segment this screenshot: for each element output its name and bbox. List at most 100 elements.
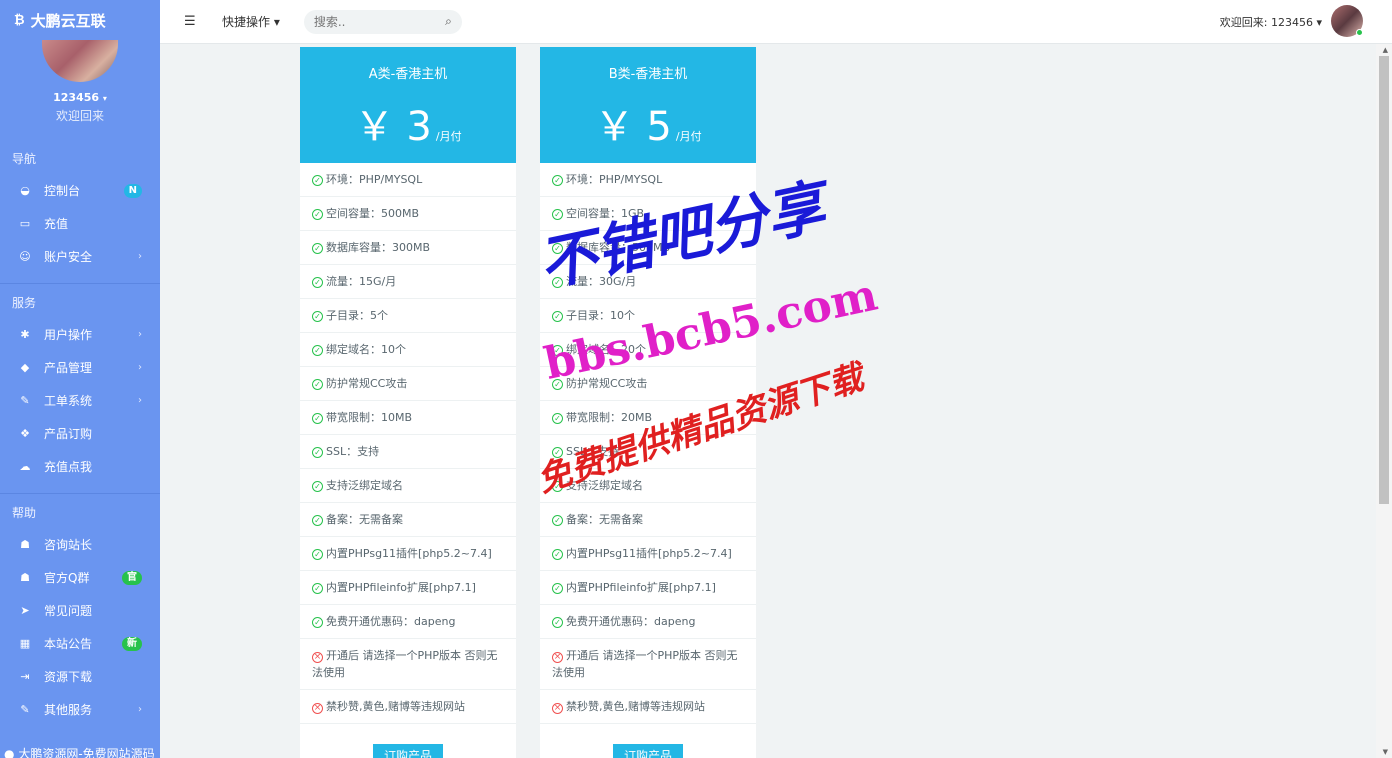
check-circle-icon: ✓: [312, 379, 323, 390]
search-icon[interactable]: ⌕: [445, 14, 452, 29]
sidebar-item[interactable]: ☗ 咨询站长: [0, 528, 160, 561]
card-header: A类-香港主机 ￥ 3 /月付: [300, 47, 516, 163]
check-circle-icon: ✓: [312, 617, 323, 628]
x-circle-icon: ×: [312, 703, 323, 714]
sidebar-item[interactable]: ▦ 本站公告 新: [0, 627, 160, 660]
currency-symbol: ￥: [354, 104, 395, 150]
feature-item: ✓ 绑定域名：10个: [300, 333, 516, 367]
quick-ops-dropdown[interactable]: 快捷操作 ▾: [222, 13, 280, 30]
sidebar-item-label: 账户安全: [44, 250, 93, 264]
sidebar-badge: 官: [122, 570, 142, 585]
feature-item: ✓ 环境：PHP/MYSQL: [300, 163, 516, 197]
feature-text: 内置PHPfileinfo扩展[php7.1]: [326, 581, 476, 594]
search-box: ⌕: [303, 9, 462, 34]
order-button[interactable]: 订购产品: [613, 744, 683, 758]
order-button[interactable]: 订购产品: [373, 744, 443, 758]
feature-text: 数据库容量：300MB: [326, 241, 431, 254]
feature-text: 禁秒赞,黄色,赌博等违规网站: [566, 700, 705, 713]
feature-text: 环境：PHP/MYSQL: [326, 173, 423, 186]
feature-text: 内置PHPfileinfo扩展[php7.1]: [566, 581, 716, 594]
sidebar-item[interactable]: ▭ 充值: [0, 207, 160, 240]
qq-icon: ☗: [20, 571, 30, 584]
sidebar-item[interactable]: ⇥ 资源下载: [0, 660, 160, 693]
nav-section-header: 导航: [12, 152, 37, 166]
currency-symbol: ￥: [594, 104, 635, 150]
check-circle-icon: ✓: [552, 413, 563, 424]
feature-text: 子目录：10个: [566, 309, 635, 322]
check-circle-icon: ✓: [552, 515, 563, 526]
footer-link[interactable]: ● 大鹏资源网-免费网站源码: [0, 745, 155, 758]
sidebar-item-label: 用户操作: [44, 328, 93, 342]
chevron-right-icon: ›: [138, 251, 142, 262]
scroll-up-icon[interactable]: ▲: [1383, 46, 1388, 54]
feature-item: ✓ 带宽限制：10MB: [300, 401, 516, 435]
feature-item: ✓ 流量：15G/月: [300, 265, 516, 299]
check-circle-icon: ✓: [552, 617, 563, 628]
feature-item: ✓ SSL：支持: [300, 435, 516, 469]
top-header: ☰ 快捷操作 ▾ ⌕ 欢迎回来: 123456 ▾: [160, 0, 1392, 44]
profile-username[interactable]: 123456 ▾: [0, 91, 160, 104]
x-circle-icon: ×: [552, 703, 563, 714]
card-title: A类-香港主机: [368, 67, 448, 82]
sidebar-item[interactable]: ☁ 充值点我: [0, 450, 160, 483]
check-circle-icon: ✓: [552, 583, 563, 594]
online-status-dot: [1356, 29, 1363, 36]
sidebar-item-label: 充值: [44, 217, 69, 231]
nav-divider: [0, 493, 160, 494]
sign-in-icon: ⇥: [20, 670, 30, 683]
feature-item: ✓ 备案：无需备案: [540, 503, 756, 537]
sidebar-item[interactable]: ☗ 官方Q群 官: [0, 561, 160, 594]
menu-toggle-icon[interactable]: ☰: [184, 14, 198, 29]
edit-icon: ✎: [20, 394, 30, 407]
scrollbar-thumb[interactable]: [1379, 56, 1389, 504]
feature-item: ✓ 免费开通优惠码：dapeng: [300, 605, 516, 639]
nav-section-header: 帮助: [12, 506, 37, 520]
sidebar-item[interactable]: ❖ 产品订购: [0, 417, 160, 450]
nav-divider: [0, 283, 160, 284]
feature-text: 子目录：5个: [326, 309, 388, 322]
check-circle-icon: ✓: [552, 549, 563, 560]
brand-name: 大鹏云互联: [30, 11, 106, 30]
user-menu[interactable]: 欢迎回来: 123456 ▾: [1220, 14, 1322, 30]
feature-item: ✓ 内置PHPsg11插件[php5.2~7.4]: [540, 537, 756, 571]
check-circle-icon: ✓: [312, 481, 323, 492]
cube-icon: ❖: [20, 427, 30, 440]
user-icon: ☺: [19, 250, 31, 263]
avatar[interactable]: [42, 40, 118, 82]
search-input[interactable]: [313, 14, 424, 29]
profile-welcome: 欢迎回来: [55, 109, 104, 123]
chevron-right-icon: ›: [138, 362, 142, 373]
feature-item: ✓ 数据库容量：300MB: [300, 231, 516, 265]
check-circle-icon: ✓: [312, 175, 323, 186]
card-header: B类-香港主机 ￥ 5 /月付: [540, 47, 756, 163]
feature-item: ✓ 防护常规CC攻击: [300, 367, 516, 401]
sidebar-item[interactable]: ✎ 工单系统 ›: [0, 384, 160, 417]
feature-item: ✓ 空间容量：500MB: [300, 197, 516, 231]
sidebar-item[interactable]: ☺ 账户安全 ›: [0, 240, 160, 273]
feature-text: 开通后 请选择一个PHP版本 否则无法使用: [552, 649, 738, 679]
check-circle-icon: ✓: [312, 277, 323, 288]
info-icon: ●: [4, 747, 15, 758]
x-circle-icon: ×: [312, 652, 323, 663]
brand[interactable]: ₿ 大鹏云互联: [0, 0, 160, 40]
sidebar-item[interactable]: ◆ 产品管理 ›: [0, 351, 160, 384]
sidebar-item[interactable]: ✎ 其他服务 ›: [0, 693, 160, 726]
sidebar-item[interactable]: ◒ 控制台 N: [0, 174, 160, 207]
scroll-down-icon[interactable]: ▼: [1383, 748, 1388, 756]
feature-item: ✓ 内置PHPsg11插件[php5.2~7.4]: [300, 537, 516, 571]
sidebar-item[interactable]: ➤ 常见问题: [0, 594, 160, 627]
sidebar-badge: 新: [122, 636, 142, 651]
feature-item: ✓ 内置PHPfileinfo扩展[php7.1]: [540, 571, 756, 605]
feature-text: 带宽限制：10MB: [326, 411, 413, 424]
check-circle-icon: ✓: [312, 413, 323, 424]
check-circle-icon: ✓: [312, 447, 323, 458]
feature-text: 内置PHPsg11插件[php5.2~7.4]: [326, 547, 492, 560]
sidebar-item-label: 工单系统: [44, 394, 93, 408]
chevron-right-icon: ›: [138, 329, 142, 340]
sidebar-item[interactable]: ✱ 用户操作 ›: [0, 318, 160, 351]
x-circle-icon: ×: [552, 652, 563, 663]
nav-section-header: 服务: [12, 296, 37, 310]
sidebar-item-label: 控制台: [44, 184, 81, 198]
feature-text: 禁秒赞,黄色,赌博等违规网站: [326, 700, 465, 713]
paper-plane-icon: ➤: [20, 604, 30, 617]
